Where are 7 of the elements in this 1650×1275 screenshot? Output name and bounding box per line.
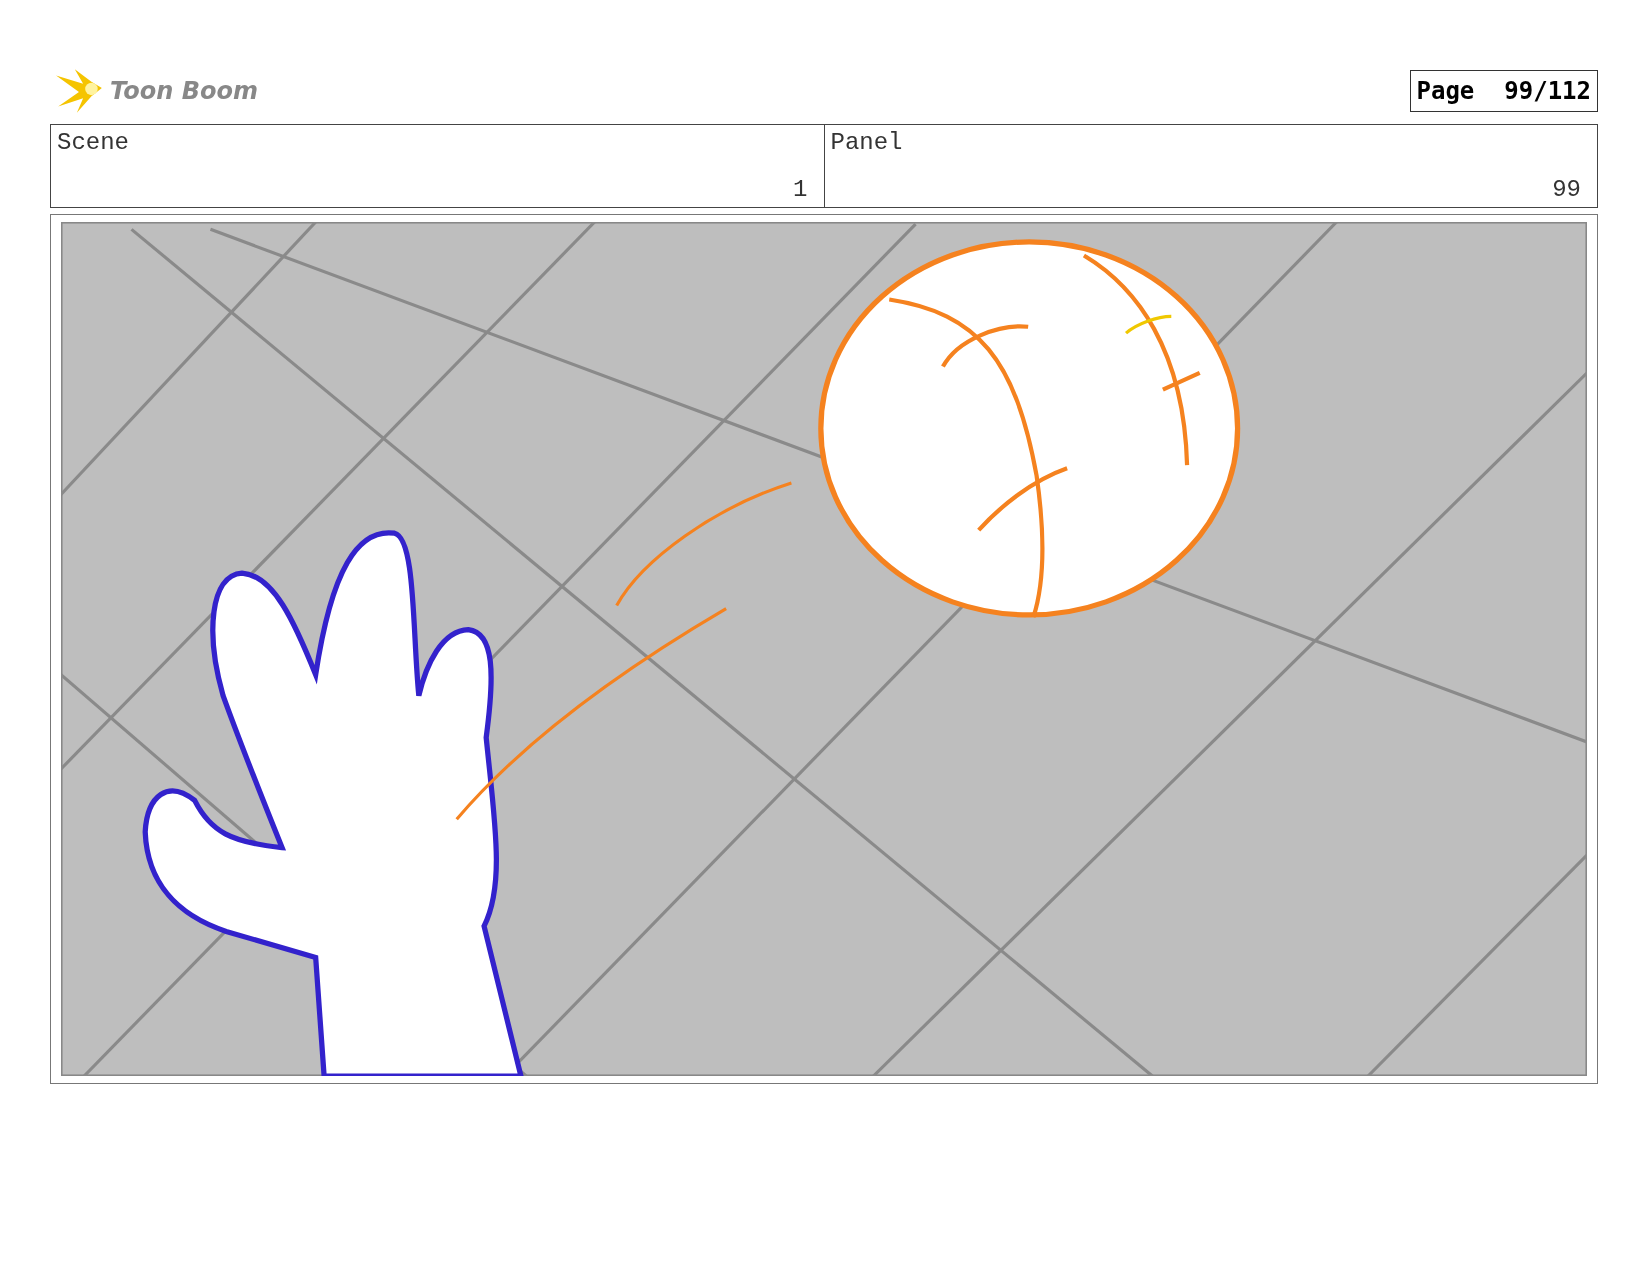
page-label: Page xyxy=(1416,77,1475,105)
logo-text: Toon Boom xyxy=(110,77,258,105)
field-value: 1 xyxy=(793,176,808,203)
field-label: Scene xyxy=(57,129,130,156)
page-number: 99/112 xyxy=(1504,77,1591,105)
field-value: 99 xyxy=(1552,176,1581,203)
field-label: Panel xyxy=(830,129,904,156)
